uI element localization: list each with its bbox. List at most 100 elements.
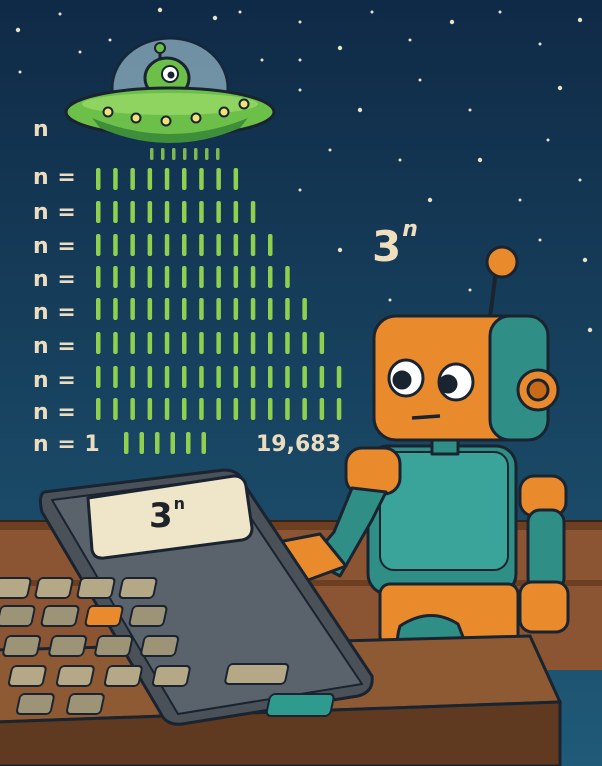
tally-tick [164,332,170,354]
star [578,178,582,182]
star [538,42,542,46]
tally-tick [147,168,153,190]
tally-tick [199,366,204,388]
star [370,10,374,14]
tally-tick [164,234,170,256]
tally-tick [216,298,221,320]
tally-tick [336,398,342,420]
tally-tick [164,266,170,288]
calculator-key [103,665,143,687]
calculator-key [0,577,32,599]
tally-tick [113,398,118,420]
row-label-last: n = 1 [33,432,101,457]
tally-tick [233,266,239,288]
tally-tick [147,234,153,256]
calculator-key [140,635,180,657]
illustration: n n = n = n = n = n = n = n = n = n = 1 … [0,0,602,766]
calculator-key [76,577,116,599]
tally-tick [250,398,256,420]
tally-tick [96,298,101,320]
star [388,298,392,302]
tally-tick [216,398,221,420]
star [78,50,82,54]
power-exponent: n [402,217,418,242]
top-n-label: n [33,117,50,142]
star [238,10,242,14]
tally-tick [147,398,153,420]
star [18,70,22,74]
calculator-key [55,665,95,687]
tally-tick [285,266,290,288]
tally-tick [285,332,290,354]
beam-tick [205,148,209,160]
calculator-key [0,605,36,627]
calculator-key [65,693,105,715]
star [260,58,264,62]
tally-tick [164,168,170,190]
tally-tick [216,234,221,256]
tally-tick [147,201,153,223]
row-label-1: n = [33,165,77,190]
star [337,247,343,253]
tally-tick [319,366,325,388]
tally-tick-last-row [124,432,129,454]
tally-tick [250,266,256,288]
tally-tick [130,332,135,354]
row-label-3: n = [33,234,77,259]
beam-tick [150,148,154,160]
tally-tick [302,298,307,320]
row-label-7: n = [33,368,77,393]
row-label-4: n = [33,267,77,292]
tally-tick [233,201,239,223]
star [15,27,21,33]
star [587,327,593,333]
tally-tick [96,266,101,288]
star [582,257,588,263]
tally-tick [216,366,221,388]
star [337,45,343,51]
tally-tick [319,398,325,420]
star [557,85,563,91]
calculator-key [34,577,74,599]
star [468,108,472,112]
beam-tick [216,148,220,160]
tally-tick [113,168,118,190]
tally-tick [233,234,239,256]
tally-tick [96,201,101,223]
tally-tick [182,201,187,223]
star [298,188,302,192]
tally-tick [130,234,135,256]
tally-tick [147,298,153,320]
calculator-equals-key [265,693,335,717]
star [408,38,412,42]
calculator-key [84,605,124,627]
tally-tick [147,332,153,354]
illustration-art [0,0,602,766]
tally-tick [182,298,187,320]
star [298,20,302,24]
tally-tick [199,234,204,256]
tally-tick [199,298,204,320]
star [518,198,522,202]
tally-tick [199,398,204,420]
calculator-key [151,665,191,687]
star [212,15,218,21]
tally-tick [216,266,221,288]
calculator-key [118,577,158,599]
star [298,58,302,62]
star [108,38,112,42]
star [418,78,422,82]
tally-tick [285,298,290,320]
tally-tick [182,366,187,388]
tally-tick [302,366,307,388]
calculator-key [40,605,80,627]
tally-tick [113,298,118,320]
tally-tick [182,332,187,354]
tally-tick [268,266,273,288]
tally-tick [285,398,290,420]
result-value: 19,683 [256,432,341,457]
row-label-5: n = [33,300,77,325]
tally-tick [250,332,256,354]
tally-tick [199,266,204,288]
tally-tick [319,332,325,354]
